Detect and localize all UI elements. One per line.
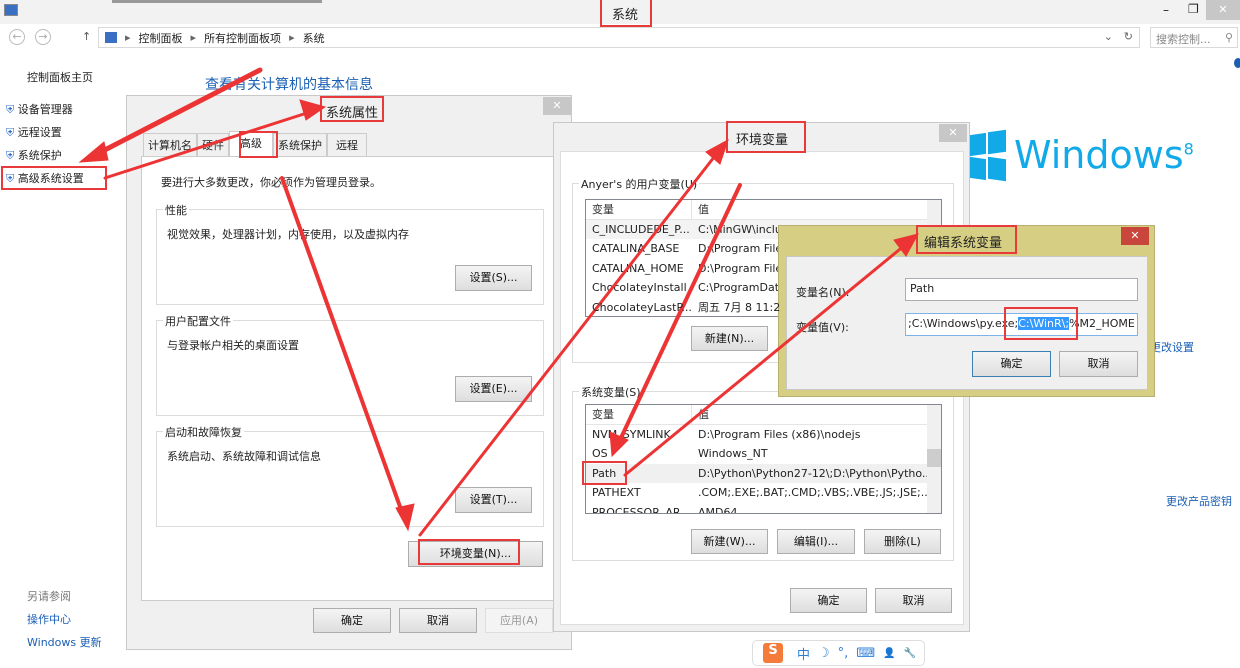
- ime-toolbar[interactable]: S 中 ☽ °, ⌨ 👤 🔧: [752, 640, 925, 666]
- annotation-arrows: [78, 67, 919, 537]
- sogou-logo[interactable]: S: [763, 643, 783, 663]
- chinese-mode-icon[interactable]: 中: [797, 644, 810, 663]
- keyboard-icon[interactable]: ⌨: [856, 646, 875, 661]
- list-item[interactable]: ChocolateyLastP... 周五 7月 8 11:2: [586, 298, 941, 317]
- punctuation-icon[interactable]: °,: [838, 646, 849, 661]
- moon-icon[interactable]: ☽: [818, 646, 830, 661]
- wrench-icon[interactable]: 🔧: [904, 648, 916, 659]
- user-icon[interactable]: 👤: [883, 648, 895, 659]
